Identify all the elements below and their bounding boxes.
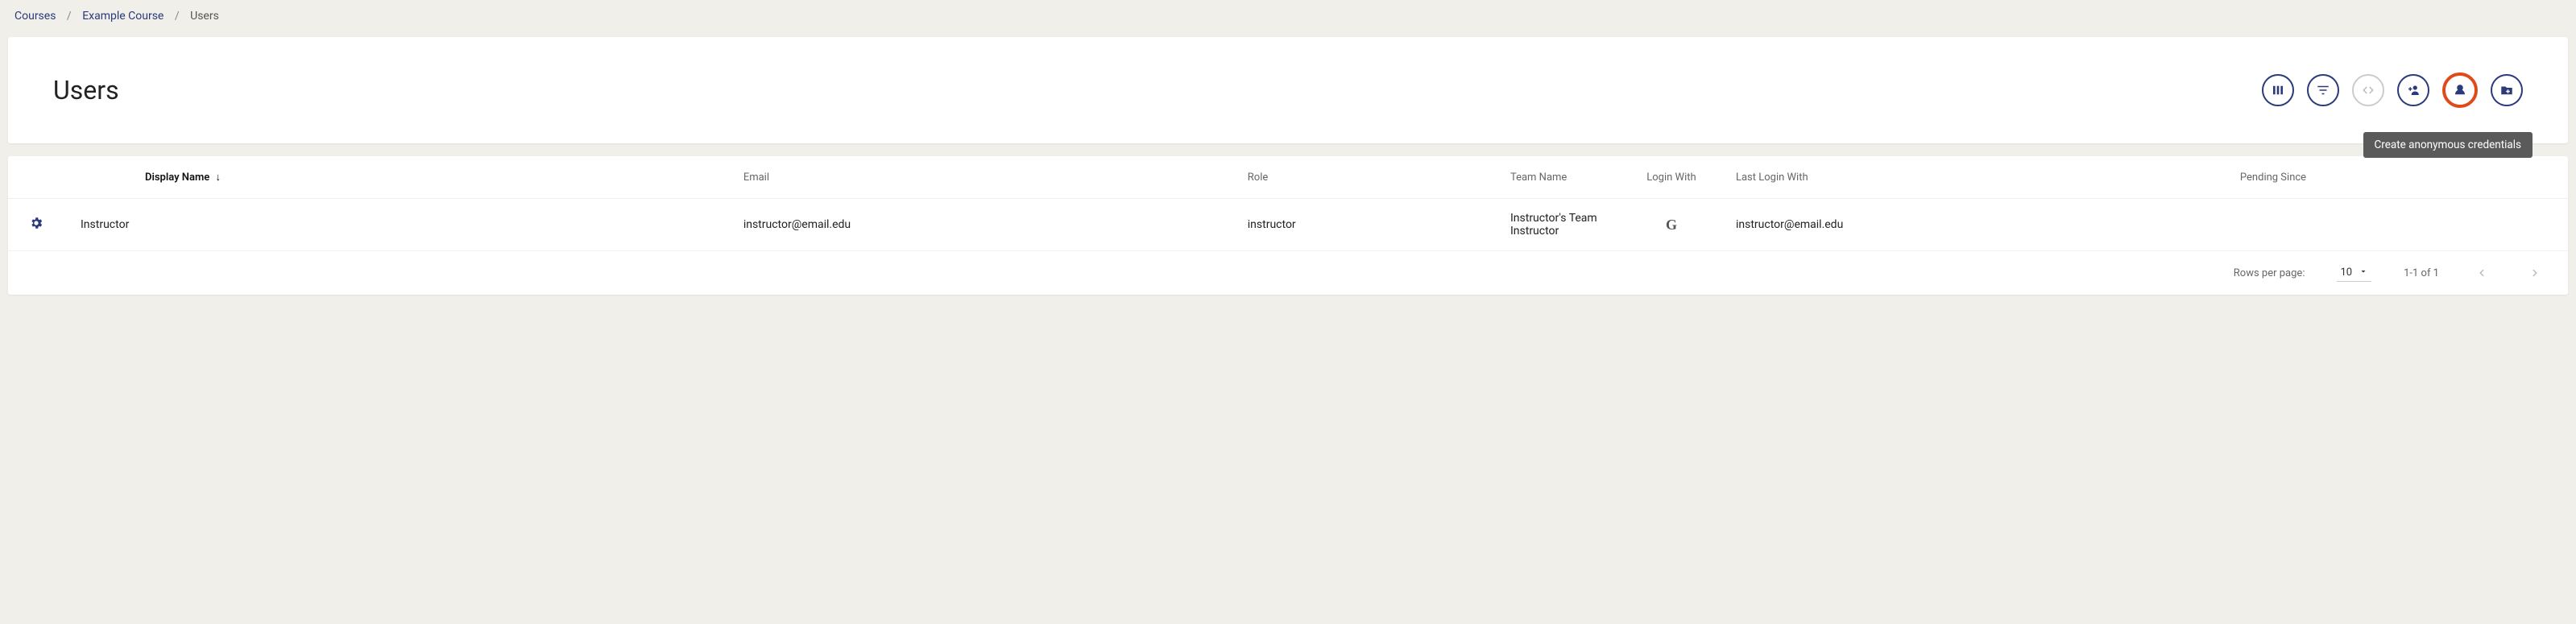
col-display-name[interactable]: Display Name ↓	[64, 156, 735, 199]
breadcrumb-link-course[interactable]: Example Course	[82, 10, 164, 23]
users-table: Display Name ↓ Email Role Team Name Logi…	[8, 156, 2568, 251]
cell-team-name: Instructor's Team Instructor	[1502, 199, 1615, 251]
code-button	[2352, 74, 2384, 106]
users-table-card: Display Name ↓ Email Role Team Name Logi…	[8, 156, 2568, 295]
next-page-button[interactable]	[2524, 262, 2545, 283]
add-user-icon	[2406, 83, 2421, 97]
columns-icon	[2271, 83, 2285, 97]
col-label: Display Name	[145, 171, 209, 184]
chevron-left-icon	[2476, 267, 2487, 279]
cell-last-login-with: instructor@email.edu	[1728, 199, 2232, 251]
col-last-login-with[interactable]: Last Login With	[1728, 156, 2232, 199]
breadcrumb-separator: /	[175, 10, 180, 23]
col-login-with[interactable]: Login With	[1615, 156, 1728, 199]
sort-arrow-down-icon: ↓	[216, 171, 222, 184]
cell-role: instructor	[1240, 199, 1502, 251]
new-folder-button[interactable]	[2491, 74, 2523, 106]
col-pending-since[interactable]: Pending Since	[2232, 156, 2568, 199]
col-email[interactable]: Email	[735, 156, 1240, 199]
gear-icon	[29, 221, 43, 233]
add-user-button[interactable]	[2397, 74, 2429, 106]
anonymous-icon	[2453, 83, 2467, 97]
code-icon	[2361, 83, 2375, 97]
row-settings-button[interactable]	[8, 199, 64, 251]
breadcrumb-link-courses[interactable]: Courses	[14, 10, 56, 23]
pagination-range: 1-1 of 1	[2404, 267, 2439, 279]
cell-pending-since	[2232, 199, 2568, 251]
toolbar	[2262, 72, 2523, 108]
header-card: Users	[8, 37, 2568, 143]
rows-per-page-value: 10	[2340, 267, 2352, 279]
chevron-right-icon	[2529, 267, 2541, 279]
col-team-name[interactable]: Team Name	[1502, 156, 1615, 199]
rows-per-page-select[interactable]: 10	[2337, 265, 2371, 282]
pagination: Rows per page: 10 1-1 of 1	[8, 251, 2568, 295]
cell-email: instructor@email.edu	[735, 199, 1240, 251]
breadcrumb: Courses / Example Course / Users	[0, 0, 2576, 31]
rows-per-page-label: Rows per page:	[2234, 267, 2305, 279]
google-icon: G	[1666, 217, 1677, 233]
cell-display-name: Instructor	[64, 199, 735, 251]
create-anonymous-credentials-button[interactable]	[2442, 72, 2478, 108]
prev-page-button[interactable]	[2471, 262, 2492, 283]
folder-plus-icon	[2499, 83, 2514, 97]
columns-button[interactable]	[2262, 74, 2294, 106]
page-title: Users	[53, 75, 119, 105]
breadcrumb-current: Users	[190, 10, 219, 23]
breadcrumb-separator: /	[67, 10, 72, 23]
col-role[interactable]: Role	[1240, 156, 1502, 199]
cell-login-with: G	[1615, 199, 1728, 251]
table-row[interactable]: Instructor instructor@email.edu instruct…	[8, 199, 2568, 251]
filter-button[interactable]	[2307, 74, 2339, 106]
filter-icon	[2316, 83, 2330, 97]
tooltip: Create anonymous credentials	[2363, 132, 2533, 158]
dropdown-icon	[2359, 267, 2368, 279]
